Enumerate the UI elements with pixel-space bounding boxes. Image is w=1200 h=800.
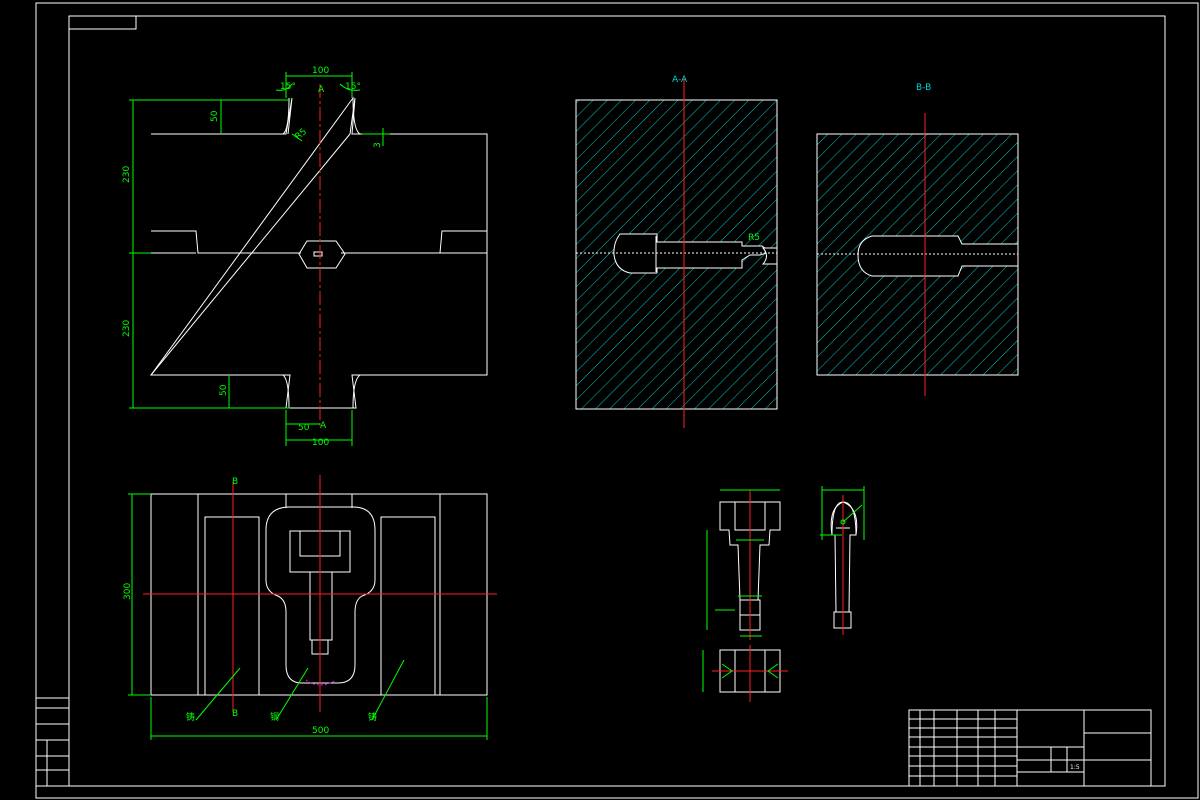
section-aa-radius: R5 xyxy=(748,233,760,243)
part-side-view xyxy=(820,486,865,635)
dim-top-width: 100 xyxy=(312,66,329,76)
section-mark-a-bottom: A xyxy=(320,421,327,431)
side-table xyxy=(35,697,70,787)
title-scale: 1:5 xyxy=(1070,764,1080,771)
section-bb: B-B xyxy=(816,83,1019,396)
dim-lower-half: 230 xyxy=(122,320,132,337)
section-mark-b-bottom: B xyxy=(232,709,238,719)
section-mark-a-top: A xyxy=(318,85,325,95)
dim-bottom-width: 100 xyxy=(312,438,329,448)
section-aa: A-A R5 xyxy=(575,75,778,428)
dim-radius: R5 xyxy=(294,127,310,142)
plan-view: 100 50 230 230 50 50 100 15° 15° R5 3 A … xyxy=(122,66,488,448)
part-top-view xyxy=(702,645,788,702)
dim-width: 500 xyxy=(312,726,329,736)
dim-bottom-half: 50 xyxy=(298,423,310,433)
callout-1: 铸 xyxy=(186,711,195,723)
callout-3: 铸 xyxy=(368,711,377,723)
dim-top-depth: 50 xyxy=(210,110,220,122)
section-bb-title: B-B xyxy=(916,83,931,93)
dim-taper-right: 15° xyxy=(345,82,361,92)
part-front-view xyxy=(706,489,781,640)
dim-upper-half: 230 xyxy=(122,166,132,183)
section-aa-title: A-A xyxy=(672,75,688,85)
title-block: 1:5 xyxy=(908,709,1152,787)
bottom-view: 300 500 B B 铸 钢 铸 xyxy=(123,475,497,740)
dim-bottom-depth: 50 xyxy=(219,384,229,396)
section-mark-b-top: B xyxy=(232,477,238,487)
callout-2: 钢 xyxy=(270,711,279,723)
dim-height: 300 xyxy=(123,583,133,600)
dim-small: 3 xyxy=(373,142,383,148)
cad-drawing: 100 50 230 230 50 50 100 15° 15° R5 3 A … xyxy=(35,2,1199,799)
dim-taper-left: 15° xyxy=(280,82,296,92)
